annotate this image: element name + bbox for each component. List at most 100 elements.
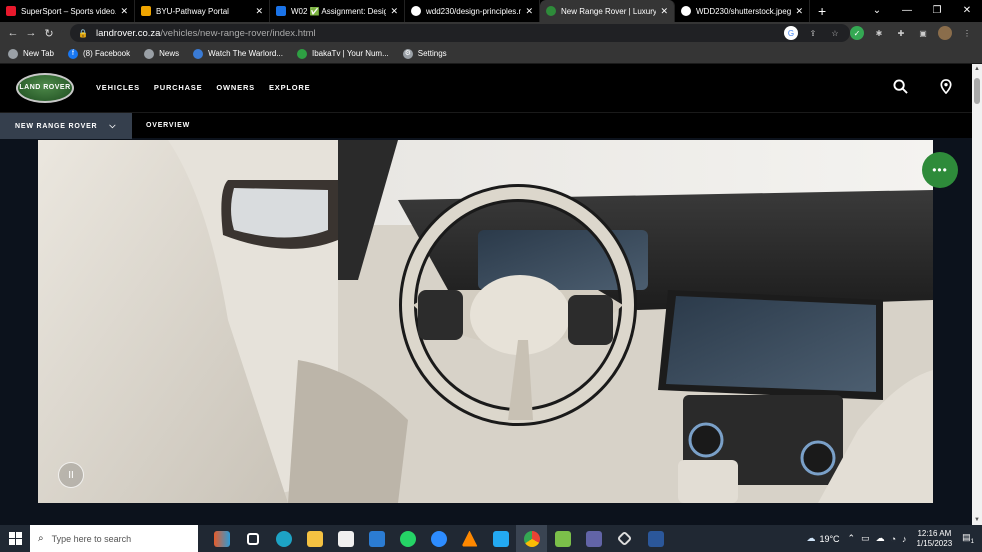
- land-rover-logo[interactable]: LAND ROVER: [16, 73, 74, 103]
- tray-chevron-up-icon[interactable]: ⌃: [848, 533, 856, 544]
- mail-icon[interactable]: [361, 525, 392, 552]
- page-viewport: LAND ROVER VEHICLES PURCHASE OWNERS EXPL…: [0, 64, 972, 525]
- nav-explore[interactable]: EXPLORE: [269, 83, 310, 92]
- taskbar-search-box[interactable]: ⌕ Type here to search: [30, 525, 198, 552]
- chrome-icon[interactable]: [516, 525, 547, 552]
- bookmark-label: Settings: [417, 49, 447, 58]
- volume-icon[interactable]: ♪: [902, 534, 907, 544]
- site-header: LAND ROVER VEHICLES PURCHASE OWNERS EXPL…: [0, 64, 972, 112]
- word-icon[interactable]: [640, 525, 671, 552]
- 3d-viewer-icon[interactable]: [609, 525, 640, 552]
- vlc-icon[interactable]: [454, 525, 485, 552]
- weather-temp[interactable]: 19°C: [819, 534, 839, 544]
- google-icon[interactable]: G: [784, 26, 798, 40]
- tab-github-shutterstock[interactable]: WDD230/shutterstock.jpeg... ✕: [675, 0, 810, 22]
- scrollbar-thumb[interactable]: [974, 78, 980, 104]
- nav-vehicles[interactable]: VEHICLES: [96, 83, 140, 92]
- supersport-favicon-icon: [6, 6, 16, 16]
- bookmark-news[interactable]: News: [144, 48, 179, 59]
- tab-search-icon[interactable]: ⌄: [862, 0, 892, 22]
- tab-title: New Range Rover | Luxury...: [561, 6, 657, 16]
- scroll-down-arrow-icon[interactable]: ▼: [972, 517, 982, 523]
- model-selector-dropdown[interactable]: NEW RANGE ROVER ⌵: [0, 113, 132, 139]
- bookmark-star-icon[interactable]: ☆: [828, 26, 842, 40]
- more-dots-icon: •••: [932, 163, 948, 177]
- close-tab-icon[interactable]: ✕: [660, 6, 668, 17]
- maximize-button[interactable]: ❐: [922, 0, 952, 22]
- location-pin-icon[interactable]: [940, 79, 952, 97]
- onedrive-icon[interactable]: ☁: [876, 533, 885, 544]
- chat-options-button[interactable]: •••: [922, 152, 958, 188]
- tab-byu-pathway[interactable]: BYU-Pathway Portal ✕: [135, 0, 270, 22]
- notifications-icon[interactable]: ▤1: [962, 532, 974, 545]
- tab-title: SuperSport – Sports video...: [21, 6, 117, 16]
- windows-start-button[interactable]: [0, 525, 30, 552]
- close-tab-icon[interactable]: ✕: [255, 6, 263, 17]
- file-explorer-icon[interactable]: [299, 525, 330, 552]
- profile-avatar[interactable]: [938, 26, 952, 40]
- microsoft-store-icon[interactable]: [330, 525, 361, 552]
- battery-icon[interactable]: ▭: [861, 533, 870, 544]
- share-icon[interactable]: ⇪: [806, 26, 820, 40]
- bookmark-label: (8) Facebook: [82, 49, 131, 58]
- byu-favicon-icon: [141, 6, 151, 16]
- extensions-puzzle-icon[interactable]: ✚: [894, 26, 908, 40]
- taskbar-apps: [206, 525, 671, 552]
- close-tab-icon[interactable]: ✕: [120, 6, 128, 17]
- scroll-up-arrow-icon[interactable]: ▲: [972, 66, 982, 72]
- tab-title: WDD230/shutterstock.jpeg...: [696, 6, 792, 16]
- bookmark-warlord[interactable]: Watch The Warlord...: [193, 48, 283, 59]
- toolbar-icons: G ⇪ ☆ ✓ ✱ ✚ ▣ ⋮: [784, 26, 974, 40]
- close-tab-icon[interactable]: ✕: [525, 6, 533, 17]
- sub-nav: NEW RANGE ROVER ⌵ OVERVIEW: [0, 112, 972, 139]
- reload-button[interactable]: ↻: [40, 27, 58, 40]
- notepad-icon[interactable]: [547, 525, 578, 552]
- tab-title: W02 ✅ Assignment: Desig...: [291, 6, 387, 16]
- extension-green-icon[interactable]: ✓: [850, 26, 864, 40]
- edge-icon[interactable]: [268, 525, 299, 552]
- extension-gear-icon[interactable]: ✱: [872, 26, 886, 40]
- close-tab-icon[interactable]: ✕: [795, 6, 803, 17]
- nav-owners[interactable]: OWNERS: [216, 83, 255, 92]
- search-placeholder: Type here to search: [51, 533, 132, 544]
- lock-icon[interactable]: 🔒: [78, 29, 88, 38]
- menu-kebab-icon[interactable]: ⋮: [960, 26, 974, 40]
- search-icon[interactable]: [893, 79, 908, 97]
- tab-w02-assignment[interactable]: W02 ✅ Assignment: Desig... ✕: [270, 0, 405, 22]
- bookmark-facebook[interactable]: f (8) Facebook: [67, 48, 131, 59]
- nav-purchase[interactable]: PURCHASE: [154, 83, 203, 92]
- url-bar[interactable]: 🔒 landrover.co.za/vehicles/new-range-rov…: [70, 24, 850, 42]
- minimize-button[interactable]: —: [892, 0, 922, 22]
- pause-video-button[interactable]: II: [58, 462, 84, 488]
- bookmarks-bar: New Tab f (8) Facebook News Watch The War…: [0, 44, 982, 64]
- back-button[interactable]: ←: [4, 27, 22, 39]
- tab-new-range-rover[interactable]: New Range Rover | Luxury... ✕: [540, 0, 675, 22]
- clock-time: 12:16 AM: [917, 528, 952, 538]
- system-clock[interactable]: 12:16 AM 1/15/2023: [917, 529, 953, 549]
- task-view-icon[interactable]: [237, 525, 268, 552]
- bookmark-ibakatv[interactable]: IbakaTv | Your Num...: [296, 48, 389, 59]
- tab-github-design-principles[interactable]: wdd230/design-principles.m... ✕: [405, 0, 540, 22]
- new-tab-button[interactable]: +: [818, 3, 826, 19]
- subnav-overview-link[interactable]: OVERVIEW: [146, 122, 190, 129]
- close-window-button[interactable]: ✕: [952, 0, 982, 22]
- bookmark-settings[interactable]: ⚙ Settings: [402, 48, 447, 59]
- network-icon[interactable]: ◔: [891, 534, 896, 544]
- teams-icon[interactable]: [578, 525, 609, 552]
- forward-button[interactable]: →: [22, 27, 40, 39]
- tab-supersport[interactable]: SuperSport – Sports video... ✕: [0, 0, 135, 22]
- weather-cloud-icon[interactable]: ☁: [806, 533, 815, 544]
- bookmark-new-tab[interactable]: New Tab: [8, 48, 54, 59]
- vscode-icon[interactable]: [485, 525, 516, 552]
- side-panel-icon[interactable]: ▣: [916, 26, 930, 40]
- notification-count: 1: [970, 538, 974, 545]
- page-scrollbar[interactable]: ▲ ▼: [972, 64, 982, 525]
- news-widget-icon[interactable]: [206, 525, 237, 552]
- zoom-icon[interactable]: [423, 525, 454, 552]
- address-toolbar: ← → ↻ 🔒 landrover.co.za/vehicles/new-ran…: [0, 22, 982, 44]
- whatsapp-icon[interactable]: [392, 525, 423, 552]
- site-icon: [193, 48, 204, 59]
- windows-logo-icon: [8, 532, 22, 545]
- close-tab-icon[interactable]: ✕: [390, 6, 398, 17]
- tab-title: wdd230/design-principles.m...: [426, 6, 522, 16]
